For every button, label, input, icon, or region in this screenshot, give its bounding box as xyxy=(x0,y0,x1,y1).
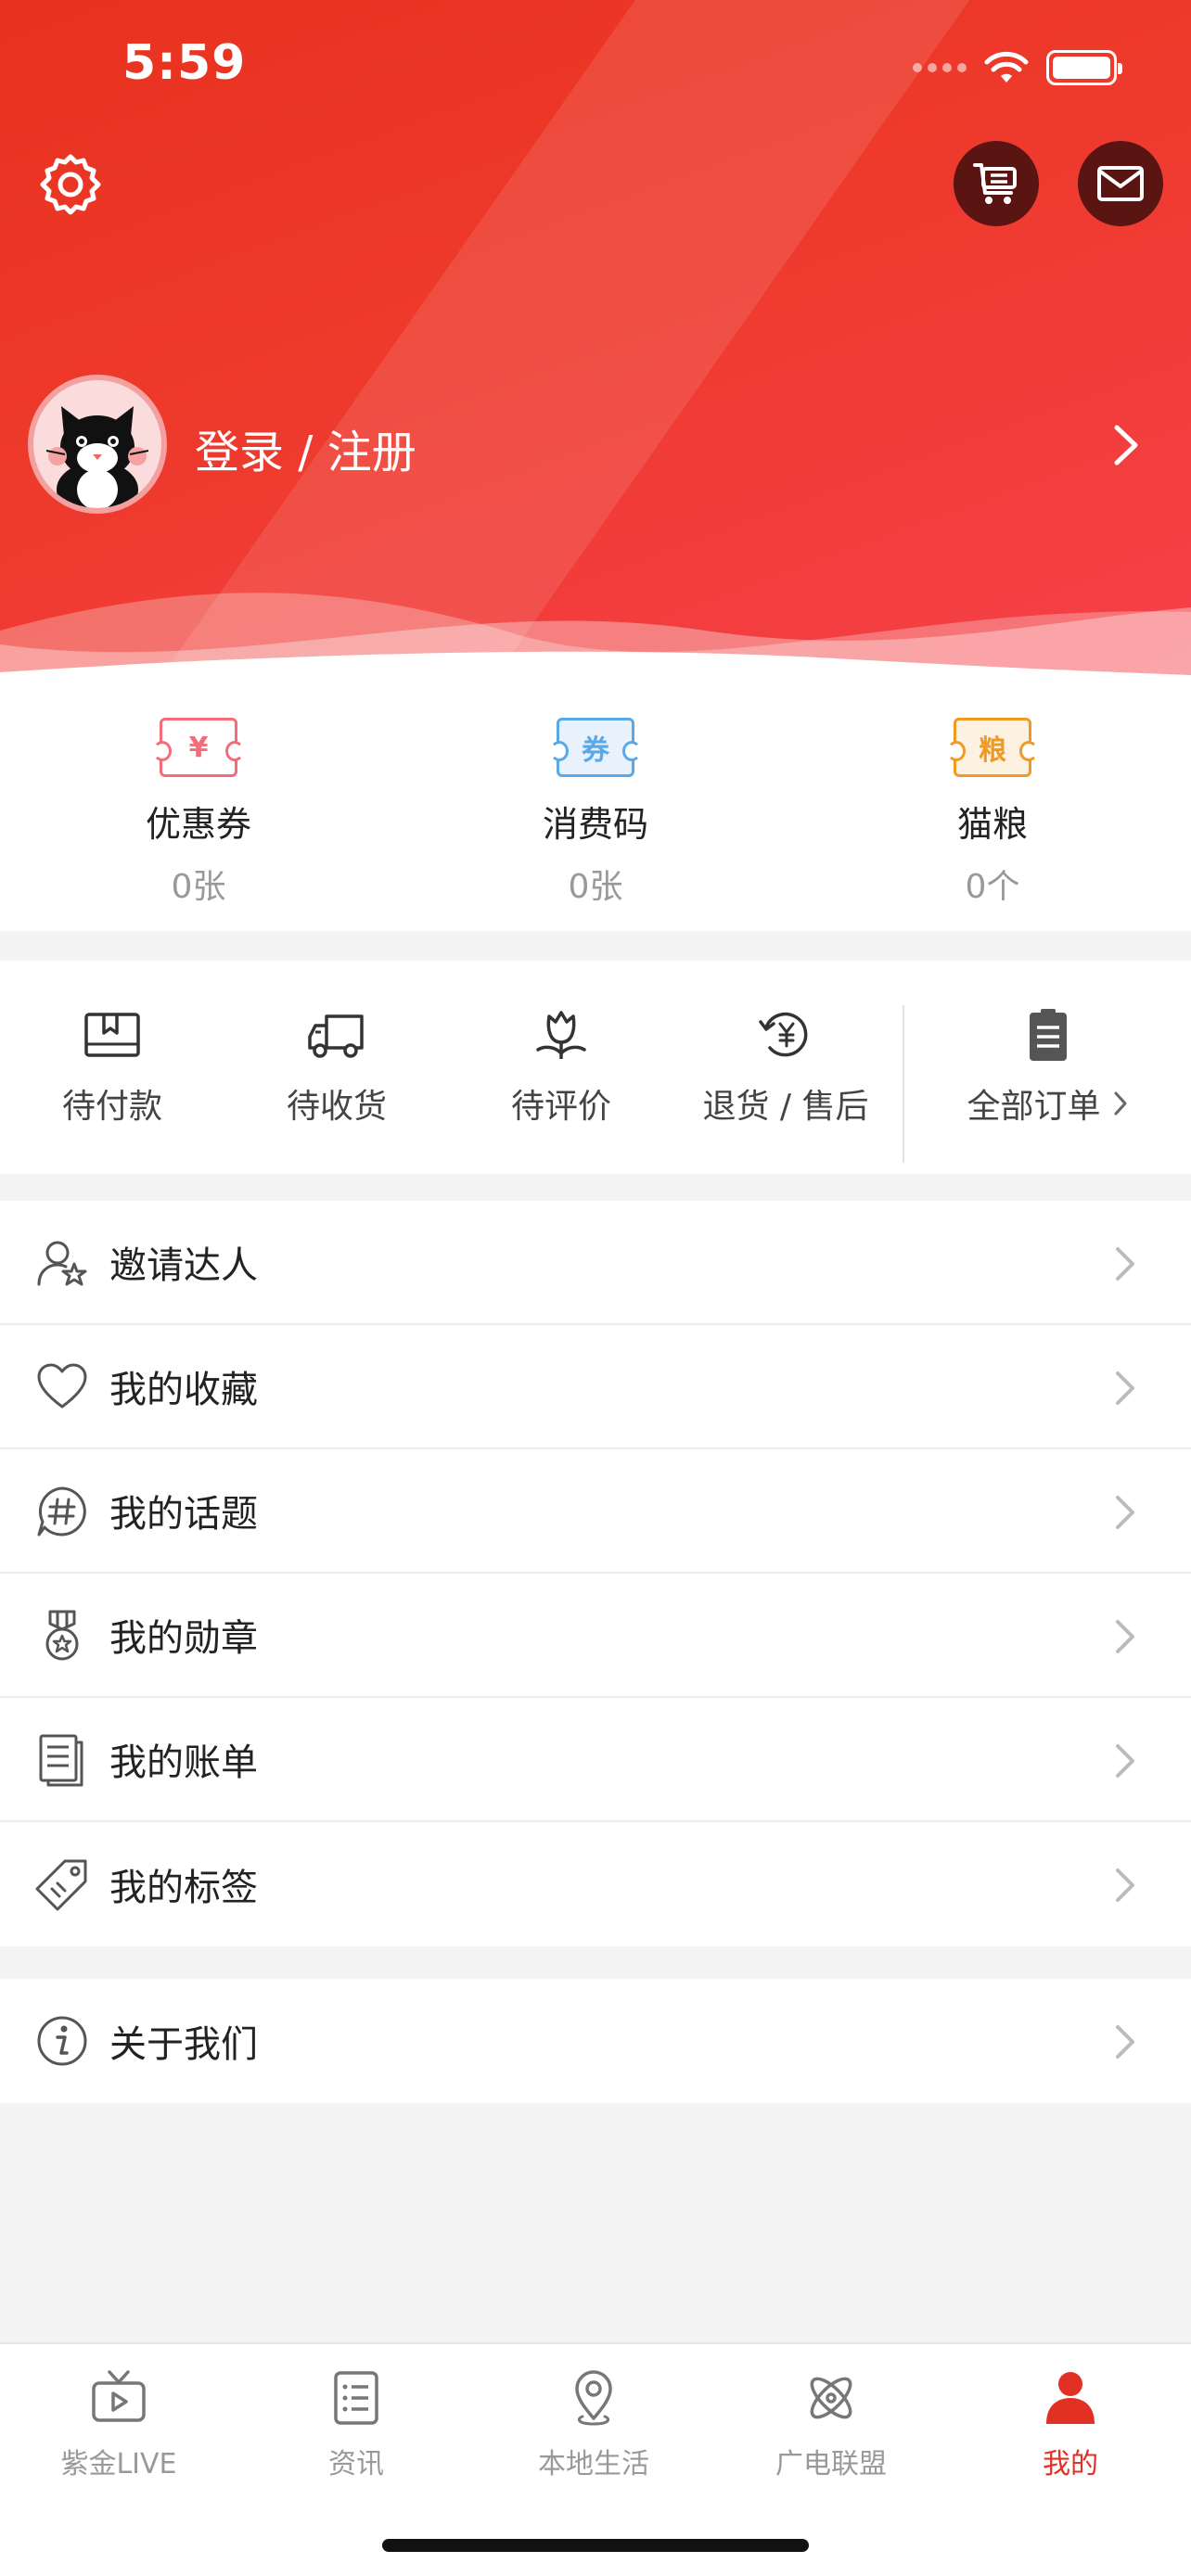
menu-item-medals[interactable]: 我的勋章 xyxy=(0,1574,1191,1698)
coupon-icon: ¥ xyxy=(153,718,244,777)
all-orders-button[interactable]: 全部订单 xyxy=(904,961,1191,1128)
wallet-icon xyxy=(84,1013,140,1057)
order-refund-aftersale[interactable]: 退货 / 售后 xyxy=(673,961,898,1128)
menu-item-about[interactable]: 关于我们 xyxy=(0,1979,1191,2103)
tv-icon xyxy=(92,2370,146,2422)
message-button[interactable] xyxy=(1078,141,1163,226)
wallet-consume-code[interactable]: 券 消费码 0张 xyxy=(397,686,794,931)
about-menu-list: 关于我们 xyxy=(0,1979,1191,2103)
order-label: 待收货 xyxy=(286,1088,387,1126)
invite-user-icon xyxy=(37,1241,87,1286)
battery-icon xyxy=(1046,50,1122,85)
status-indicators xyxy=(913,45,1122,91)
news-icon xyxy=(334,2371,378,2425)
menu-label: 我的账单 xyxy=(109,1741,258,1784)
profile-header: 5:59 登录 / 注册 xyxy=(0,0,1191,686)
wallet-summary: ¥ 优惠券 0张 券 消费码 0张 粮 猫粮 0个 xyxy=(0,686,1191,931)
tab-label: 资讯 xyxy=(328,2448,384,2480)
chevron-right-icon xyxy=(1116,1744,1134,1778)
order-pending-review[interactable]: 待评价 xyxy=(449,961,673,1128)
order-label: 待评价 xyxy=(510,1088,611,1126)
mail-icon xyxy=(1097,166,1144,201)
order-label: 退货 / 售后 xyxy=(702,1088,869,1126)
menu-item-topics[interactable]: 我的话题 xyxy=(0,1449,1191,1574)
wifi-icon xyxy=(984,51,1029,83)
all-orders-label: 全部订单 xyxy=(967,1088,1101,1126)
tab-label: 紫金LIVE xyxy=(60,2448,177,2480)
wallet-coupon[interactable]: ¥ 优惠券 0张 xyxy=(0,686,397,931)
truck-icon xyxy=(308,1014,364,1058)
wallet-label: 消费码 xyxy=(542,804,648,845)
avatar[interactable] xyxy=(28,375,167,514)
medal-icon xyxy=(45,1610,79,1661)
settings-gear-icon[interactable] xyxy=(37,151,104,218)
cart-icon xyxy=(973,163,1017,204)
chevron-right-icon xyxy=(1116,1868,1134,1902)
menu-item-invite[interactable]: 邀请达人 xyxy=(0,1201,1191,1325)
tab-news[interactable]: 资讯 xyxy=(237,2368,475,2481)
chevron-right-icon xyxy=(1116,1247,1134,1281)
voucher-icon: 券 xyxy=(550,718,641,777)
tab-mine[interactable]: 我的 xyxy=(952,2368,1189,2481)
menu-label: 邀请达人 xyxy=(109,1244,258,1287)
menu-item-bills[interactable]: 我的账单 xyxy=(0,1698,1191,1822)
login-register-link[interactable]: 登录 / 注册 xyxy=(195,415,416,480)
menu-label: 关于我们 xyxy=(109,2023,258,2066)
heart-icon xyxy=(37,1363,87,1409)
chevron-right-icon xyxy=(1116,1371,1134,1405)
menu-label: 我的标签 xyxy=(109,1867,258,1909)
tab-label: 广电联盟 xyxy=(775,2448,887,2480)
info-icon xyxy=(37,2016,87,2066)
tab-local-life[interactable]: 本地生活 xyxy=(475,2368,712,2481)
refund-icon xyxy=(759,1012,808,1057)
header-wave xyxy=(0,593,1191,686)
menu-label: 我的话题 xyxy=(109,1493,258,1536)
chevron-right-icon xyxy=(1116,2025,1134,2059)
chevron-right-icon xyxy=(1116,1620,1134,1653)
menu-list: 邀请达人 我的收藏 我的话题 我的勋章 我的账单 我的标签 xyxy=(0,1201,1191,1946)
tab-label: 我的 xyxy=(1043,2448,1098,2480)
wallet-label: 优惠券 xyxy=(145,804,251,845)
wallet-count: 0张 xyxy=(171,868,226,906)
chevron-right-icon xyxy=(1114,1091,1126,1116)
menu-item-tags[interactable]: 我的标签 xyxy=(0,1822,1191,1946)
clipboard-icon xyxy=(1029,1009,1067,1061)
signal-icon xyxy=(913,63,967,72)
flower-icon xyxy=(536,1011,586,1059)
wallet-cat-food[interactable]: 粮 猫粮 0个 xyxy=(794,686,1191,931)
order-status-row: 待付款 待收货 待评价 退货 / 售后 全部订单 xyxy=(0,961,1191,1174)
chevron-right-icon[interactable] xyxy=(1109,422,1143,468)
order-pending-receipt[interactable]: 待收货 xyxy=(224,961,449,1128)
menu-label: 我的勋章 xyxy=(109,1617,258,1660)
all-orders-label-wrap: 全部订单 xyxy=(967,1079,1128,1128)
wallet-count: 0张 xyxy=(568,868,623,906)
tab-label: 本地生活 xyxy=(538,2448,649,2480)
status-time: 5:59 xyxy=(122,35,247,91)
user-icon xyxy=(1046,2372,1095,2424)
menu-item-favorites[interactable]: 我的收藏 xyxy=(0,1325,1191,1449)
atom-icon xyxy=(810,2377,852,2419)
order-pending-payment[interactable]: 待付款 xyxy=(0,961,224,1128)
wallet-label: 猫粮 xyxy=(956,804,1028,845)
chevron-right-icon xyxy=(1116,1496,1134,1529)
home-indicator xyxy=(382,2539,809,2552)
wallet-count: 0个 xyxy=(965,868,1020,906)
order-label: 待付款 xyxy=(61,1088,162,1126)
location-icon xyxy=(575,2370,612,2426)
cat-food-icon: 粮 xyxy=(947,718,1038,777)
cart-button[interactable] xyxy=(954,141,1039,226)
tab-live[interactable]: 紫金LIVE xyxy=(0,2368,237,2481)
tab-alliance[interactable]: 广电联盟 xyxy=(712,2368,950,2481)
tag-icon xyxy=(35,1859,87,1911)
cat-avatar-icon xyxy=(45,406,149,508)
menu-label: 我的收藏 xyxy=(109,1369,258,1411)
bill-icon xyxy=(39,1734,83,1787)
hashtag-icon xyxy=(37,1486,86,1537)
